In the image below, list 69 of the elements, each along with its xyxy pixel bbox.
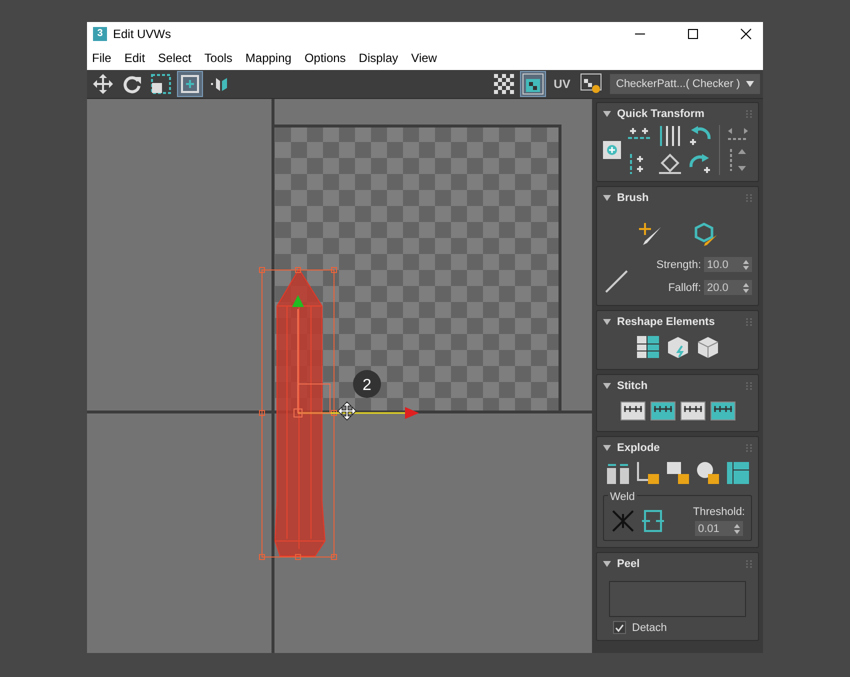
- drag-handle-icon[interactable]: [746, 110, 752, 118]
- checkmark-icon: [615, 624, 624, 632]
- checker-split-button[interactable]: [694, 460, 720, 486]
- collapse-arrow-icon[interactable]: [603, 195, 611, 201]
- straighten-grid-button[interactable]: [634, 334, 660, 360]
- number-spinner[interactable]: 10.0: [704, 257, 752, 272]
- field-label: Falloff:: [668, 282, 701, 294]
- window-title: Edit UVWs: [113, 27, 172, 41]
- drag-handle-icon[interactable]: [746, 560, 752, 568]
- rollout-title[interactable]: Brush: [617, 192, 649, 204]
- close-icon[interactable]: [740, 28, 752, 40]
- move-cursor-icon: [337, 401, 357, 421]
- menu-item[interactable]: Options: [304, 51, 346, 65]
- texture-dropdown[interactable]: CheckerPatt...( Checker ): [610, 74, 760, 94]
- transform-gizmo-drawing[interactable]: [292, 295, 419, 419]
- flatten-button[interactable]: [724, 460, 750, 486]
- freeform-tool-button[interactable]: [177, 71, 203, 97]
- drag-handle-icon[interactable]: [746, 382, 752, 390]
- checkbox[interactable]: [613, 621, 626, 634]
- collapse-arrow-icon[interactable]: [603, 445, 611, 451]
- relax-brush-button[interactable]: [692, 221, 718, 247]
- spinner-arrows-icon[interactable]: [743, 282, 749, 292]
- menu-item[interactable]: View: [411, 51, 437, 65]
- scale-tool-button[interactable]: [148, 71, 174, 97]
- drag-handle-icon[interactable]: [746, 194, 752, 202]
- number-spinner[interactable]: 0.01: [695, 521, 743, 536]
- drag-handle-icon[interactable]: [746, 318, 752, 326]
- rotate-left-button[interactable]: [687, 125, 713, 147]
- rotate-right-button[interactable]: [687, 153, 713, 175]
- menu-item[interactable]: Display: [358, 51, 398, 65]
- step-marker-number: 2: [362, 377, 372, 394]
- menu-item[interactable]: File: [92, 51, 112, 65]
- uv-editor-viewport[interactable]: 2: [87, 99, 592, 653]
- caret-icon: [746, 81, 754, 87]
- menu-item[interactable]: Mapping: [245, 51, 292, 65]
- step-marker-badge: [353, 370, 381, 398]
- rollout-title[interactable]: Peel: [617, 558, 640, 570]
- spinner-arrows-icon[interactable]: [734, 524, 740, 534]
- number-spinner[interactable]: 20.0: [704, 280, 752, 295]
- vertical-lines-button[interactable]: [657, 125, 683, 147]
- collapse-arrow-icon[interactable]: [603, 383, 611, 389]
- field-label: Strength:: [656, 258, 701, 270]
- maximize-icon[interactable]: [687, 28, 699, 40]
- rollout-title[interactable]: Explode: [617, 442, 660, 454]
- detach-checkbox[interactable]: Detach: [603, 621, 752, 634]
- spacing-horizontal-button[interactable]: [726, 127, 750, 143]
- grid-diamond-button[interactable]: [657, 153, 683, 175]
- split-edge-button[interactable]: [634, 460, 660, 486]
- spinner-arrows-icon[interactable]: [743, 260, 749, 270]
- collapse-arrow-icon[interactable]: [603, 319, 611, 325]
- rollout-title[interactable]: Quick Transform: [617, 108, 704, 120]
- drag-handle-icon[interactable]: [746, 444, 752, 452]
- menu-item[interactable]: Edit: [124, 51, 146, 65]
- app-icon: 3: [93, 27, 107, 41]
- weld-target-button[interactable]: [640, 508, 666, 534]
- group-label: Weld: [608, 491, 637, 503]
- uv-mesh-drawing[interactable]: [259, 267, 337, 560]
- menu-item[interactable]: Select: [158, 51, 192, 65]
- menu-item[interactable]: Tools: [204, 51, 232, 65]
- grid-split-button[interactable]: [664, 460, 690, 486]
- rollout-title[interactable]: Reshape Elements: [617, 316, 715, 328]
- show-map-button[interactable]: [520, 71, 546, 97]
- field-label: Threshold:: [693, 506, 745, 518]
- collapse-arrow-icon[interactable]: [603, 111, 611, 117]
- brush-move-button[interactable]: [636, 221, 662, 247]
- checker-toggle-button[interactable]: [491, 71, 517, 97]
- collapse-arrow-icon[interactable]: [603, 561, 611, 567]
- uv-button[interactable]: UV: [549, 71, 575, 97]
- rollout-title[interactable]: Stitch: [617, 380, 648, 392]
